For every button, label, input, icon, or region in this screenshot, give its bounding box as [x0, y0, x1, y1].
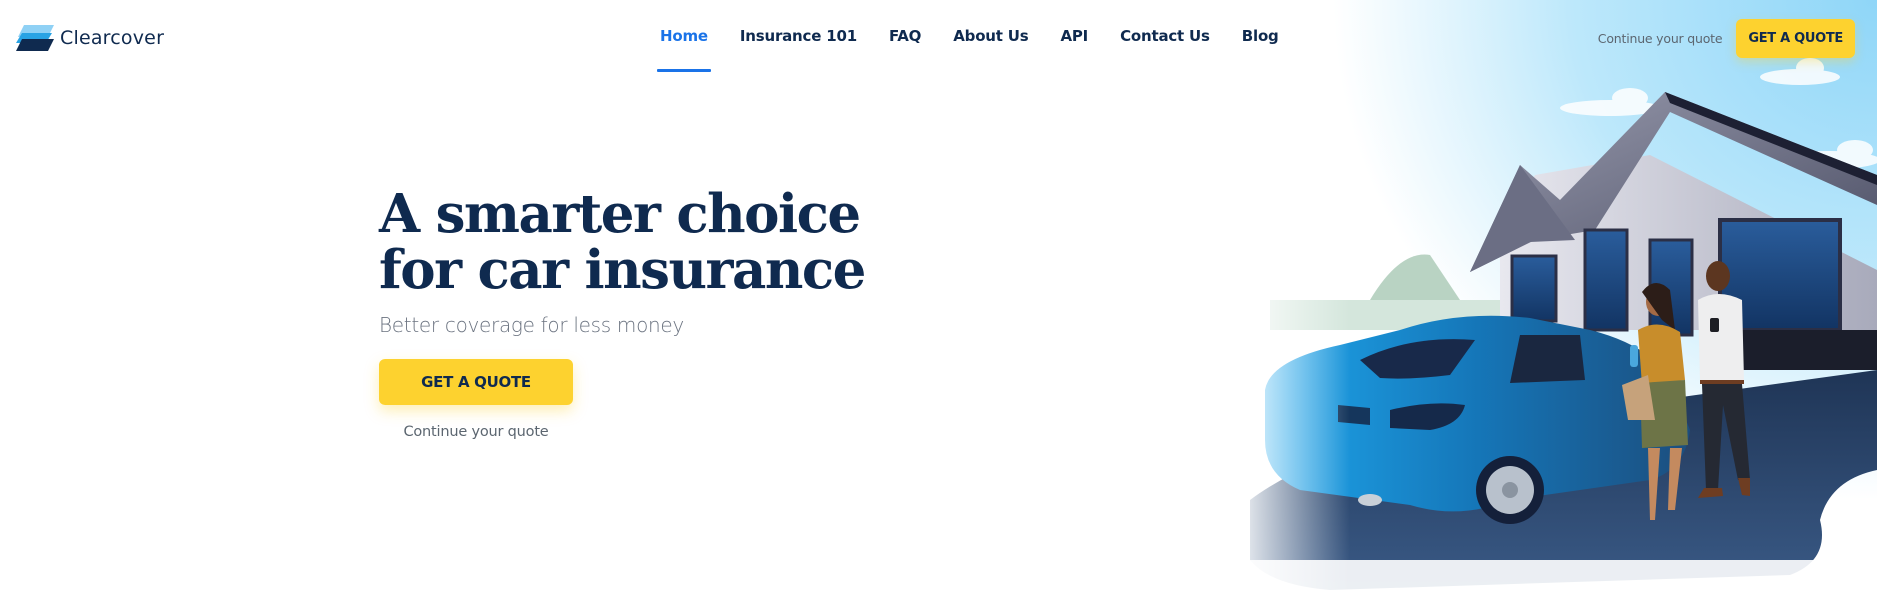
hero-title-line-2: for car insurance — [379, 239, 866, 301]
main-nav: Home Insurance 101 FAQ About Us API Cont… — [657, 0, 1279, 72]
site-header: Clearcover Home Insurance 101 FAQ About … — [0, 0, 1877, 76]
hero-get-quote-button[interactable]: GET A QUOTE — [379, 359, 573, 405]
clearcover-logo-icon — [16, 25, 54, 51]
hero-title: A smarter choice for car insurance — [379, 183, 866, 301]
nav-item-contact-us[interactable]: Contact Us — [1120, 0, 1210, 72]
nav-item-home[interactable]: Home — [657, 0, 711, 72]
nav-item-faq[interactable]: FAQ — [889, 0, 921, 72]
hero-title-line-1: A smarter choice — [379, 183, 861, 245]
header-get-quote-button[interactable]: GET A QUOTE — [1736, 18, 1855, 58]
header-actions: Continue your quote GET A QUOTE — [1598, 18, 1855, 58]
hero-subtitle: Better coverage for less money — [379, 313, 684, 337]
house-car-couple-illustration — [1230, 0, 1877, 595]
logo-link[interactable]: Clearcover — [14, 24, 164, 52]
logo-wordmark: Clearcover — [60, 27, 165, 49]
nav-item-blog[interactable]: Blog — [1242, 0, 1279, 72]
nav-item-about-us[interactable]: About Us — [953, 0, 1028, 72]
hero-continue-quote-link[interactable]: Continue your quote — [379, 424, 573, 440]
nav-item-insurance-101[interactable]: Insurance 101 — [740, 0, 857, 72]
header-continue-quote-link[interactable]: Continue your quote — [1598, 31, 1723, 46]
hero-illustration — [1230, 0, 1877, 595]
hero-section: A smarter choice for car insurance Bette… — [379, 183, 866, 440]
nav-item-api[interactable]: API — [1060, 0, 1088, 72]
